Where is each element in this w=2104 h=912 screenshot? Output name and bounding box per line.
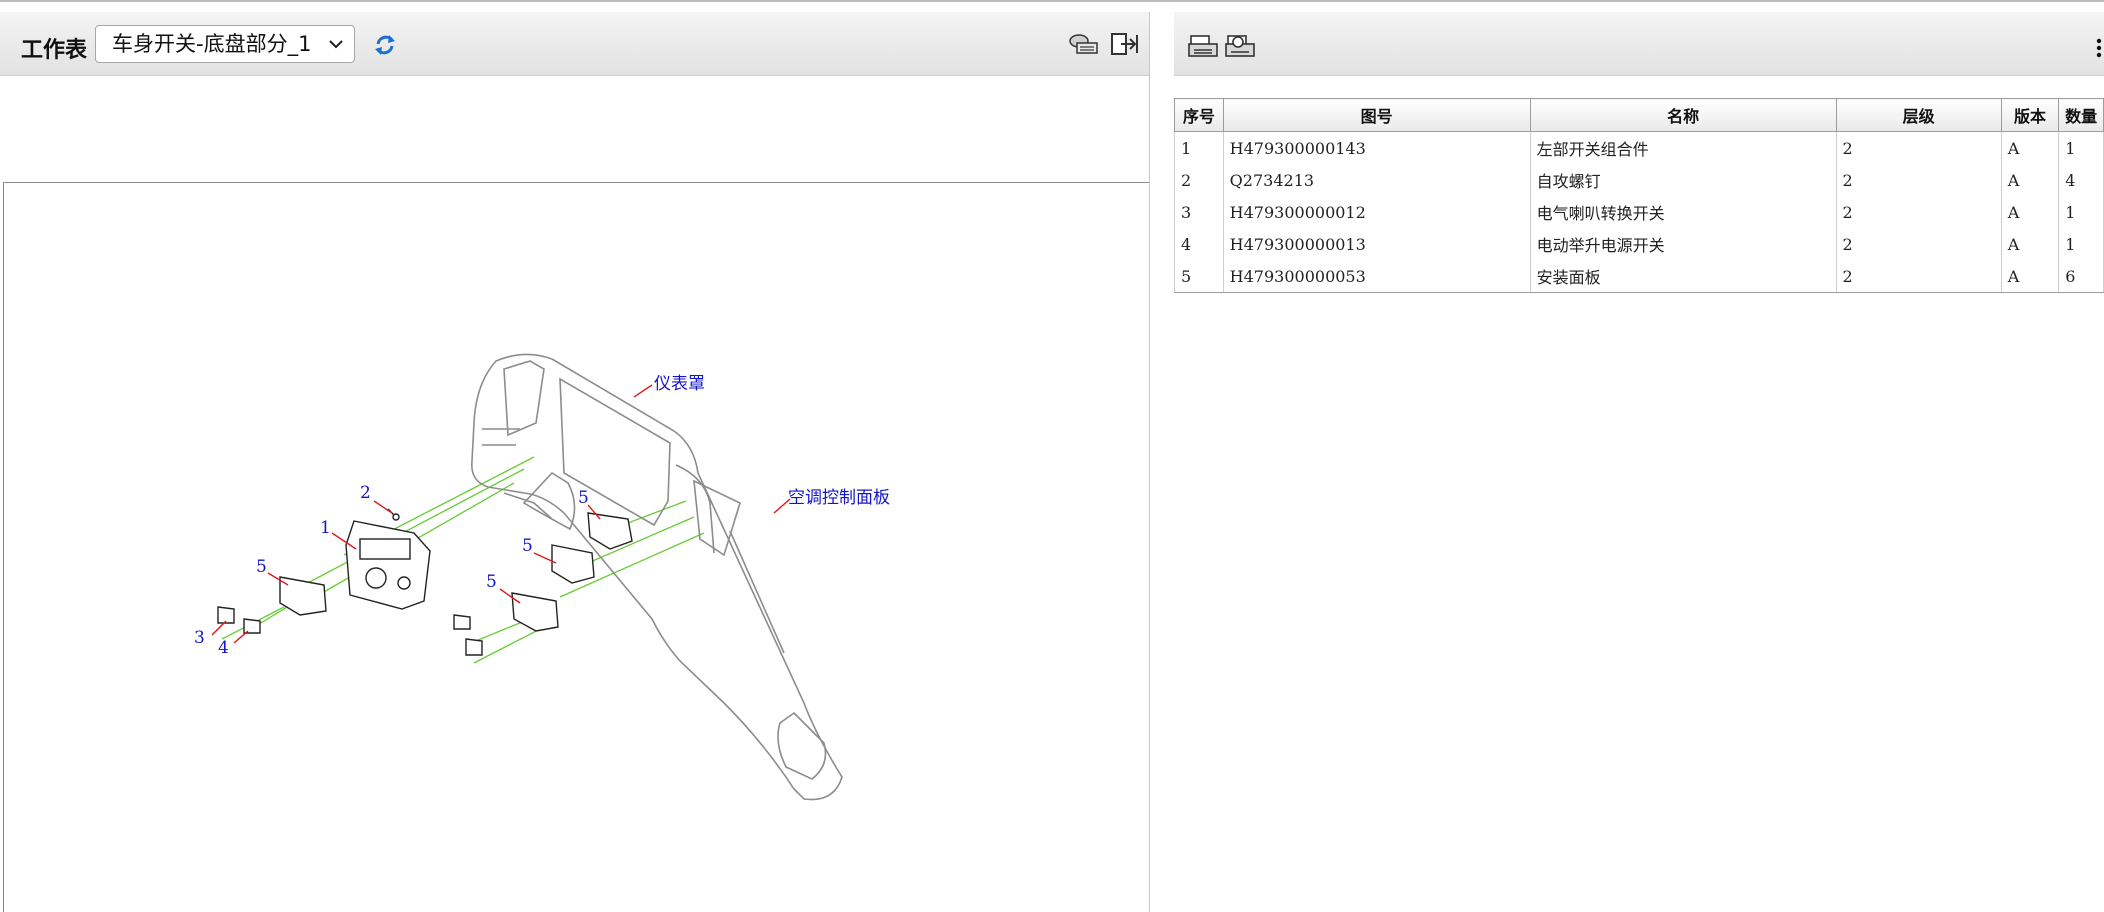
- mounting-panel-4: [511, 592, 559, 632]
- exploded-drawing-frame[interactable]: 仪表罩 空调控制面板 2 1 5 3 4 5 5 5: [3, 182, 1149, 912]
- bom-toolbar: [1174, 12, 2104, 76]
- worksheet-info-area: [0, 76, 1149, 182]
- cell-level: 2: [1835, 164, 2002, 196]
- callout-3: 3: [194, 628, 205, 648]
- refresh-icon[interactable]: [372, 32, 398, 58]
- cell-qty: 1: [2058, 131, 2104, 164]
- instrument-panel-cover: [471, 353, 843, 801]
- cell-part-no: Q2734213: [1222, 164, 1531, 196]
- tool-icon[interactable]: [1068, 31, 1100, 57]
- cell-seq: 5: [1174, 260, 1224, 293]
- cell-qty: 4: [2058, 164, 2104, 196]
- cell-qty: 1: [2058, 228, 2104, 260]
- callout-5: 5: [256, 557, 267, 577]
- cell-part-no: H479300000053: [1222, 260, 1531, 293]
- worksheet-label: 工作表: [21, 38, 88, 63]
- cell-version: A: [2000, 228, 2060, 260]
- cell-qty: 6: [2058, 260, 2104, 293]
- callout-5: 5: [578, 488, 589, 508]
- cell-name: 左部开关组合件: [1529, 131, 1837, 164]
- callout-2: 2: [360, 483, 371, 503]
- worksheet-select-value: 车身开关-底盘部分_1: [112, 32, 312, 56]
- export-icon[interactable]: [1109, 31, 1141, 57]
- cell-seq: 3: [1174, 196, 1224, 228]
- worksheet-panel: 工作表 车身开关-底盘部分_1 仪表罩 空调控制面板 2 1 5 3 4 5 5…: [0, 12, 1150, 912]
- explode-lines: [221, 456, 705, 664]
- cell-version: A: [2000, 164, 2060, 196]
- print-icon[interactable]: [1187, 32, 1219, 60]
- cell-qty: 1: [2058, 196, 2104, 228]
- cell-level: 2: [1835, 228, 2002, 260]
- cell-name: 安装面板: [1529, 260, 1837, 293]
- mounting-panel-3: [551, 544, 595, 584]
- callout-ac-control-panel: 空调控制面板: [788, 488, 890, 508]
- cell-part-no: H479300000013: [1222, 228, 1531, 260]
- table-row[interactable]: 2 Q2734213 自攻螺钉 2 A 4: [1174, 164, 2104, 196]
- cell-part-no: H479300000143: [1222, 131, 1531, 164]
- cell-name: 电气喇叭转换开关: [1529, 196, 1837, 228]
- cell-seq: 2: [1174, 164, 1224, 196]
- table-row[interactable]: 4 H479300000013 电动举升电源开关 2 A 1: [1174, 228, 2104, 260]
- table-row[interactable]: 1 H479300000143 左部开关组合件 2 A 1: [1174, 131, 2104, 164]
- chevron-down-icon: [329, 40, 343, 49]
- top-divider: [0, 0, 2104, 2]
- callout-instrument-cover: 仪表罩: [654, 374, 705, 394]
- worksheet-select[interactable]: 车身开关-底盘部分_1: [95, 25, 355, 63]
- cell-name: 自攻螺钉: [1529, 164, 1837, 196]
- switch-parts: [217, 508, 633, 656]
- column-header-level[interactable]: 层级: [1835, 98, 2002, 132]
- mounting-panel-1: [279, 576, 327, 616]
- bom-table: 序号 图号 名称 层级 版本 数量 1 H479300000143 左部开关组合…: [1174, 98, 2104, 293]
- column-header-part-no[interactable]: 图号: [1222, 98, 1531, 132]
- worksheet-toolbar: 工作表 车身开关-底盘部分_1: [0, 12, 1149, 76]
- callout-5: 5: [522, 536, 533, 556]
- table-row[interactable]: 3 H479300000012 电气喇叭转换开关 2 A 1: [1174, 196, 2104, 228]
- column-header-name[interactable]: 名称: [1529, 98, 1837, 132]
- cell-version: A: [2000, 260, 2060, 293]
- cell-name: 电动举升电源开关: [1529, 228, 1837, 260]
- cell-version: A: [2000, 196, 2060, 228]
- table-row[interactable]: 5 H479300000053 安装面板 2 A 6: [1174, 260, 2104, 293]
- callout-1: 1: [320, 518, 331, 538]
- more-icon[interactable]: [2094, 36, 2104, 60]
- bom-header-row: 序号 图号 名称 层级 版本 数量: [1174, 98, 2104, 132]
- cell-seq: 4: [1174, 228, 1224, 260]
- callout-4: 4: [218, 638, 229, 658]
- cell-level: 2: [1835, 260, 2002, 293]
- mounting-panel-2: [587, 512, 633, 550]
- column-header-seq[interactable]: 序号: [1174, 98, 1224, 132]
- cell-seq: 1: [1174, 131, 1224, 164]
- left-switch-assembly: [345, 520, 431, 610]
- exploded-parts-drawing: 仪表罩 空调控制面板 2 1 5 3 4 5 5 5: [194, 353, 890, 801]
- cell-level: 2: [1835, 196, 2002, 228]
- print-preview-icon[interactable]: [1224, 32, 1256, 60]
- horn-switch: [217, 606, 235, 624]
- cell-version: A: [2000, 131, 2060, 164]
- callout-5: 5: [486, 572, 497, 592]
- lift-switch: [243, 618, 261, 634]
- column-header-qty[interactable]: 数量: [2058, 98, 2104, 132]
- cell-part-no: H479300000012: [1222, 196, 1531, 228]
- column-header-version[interactable]: 版本: [2000, 98, 2060, 132]
- cell-level: 2: [1835, 131, 2002, 164]
